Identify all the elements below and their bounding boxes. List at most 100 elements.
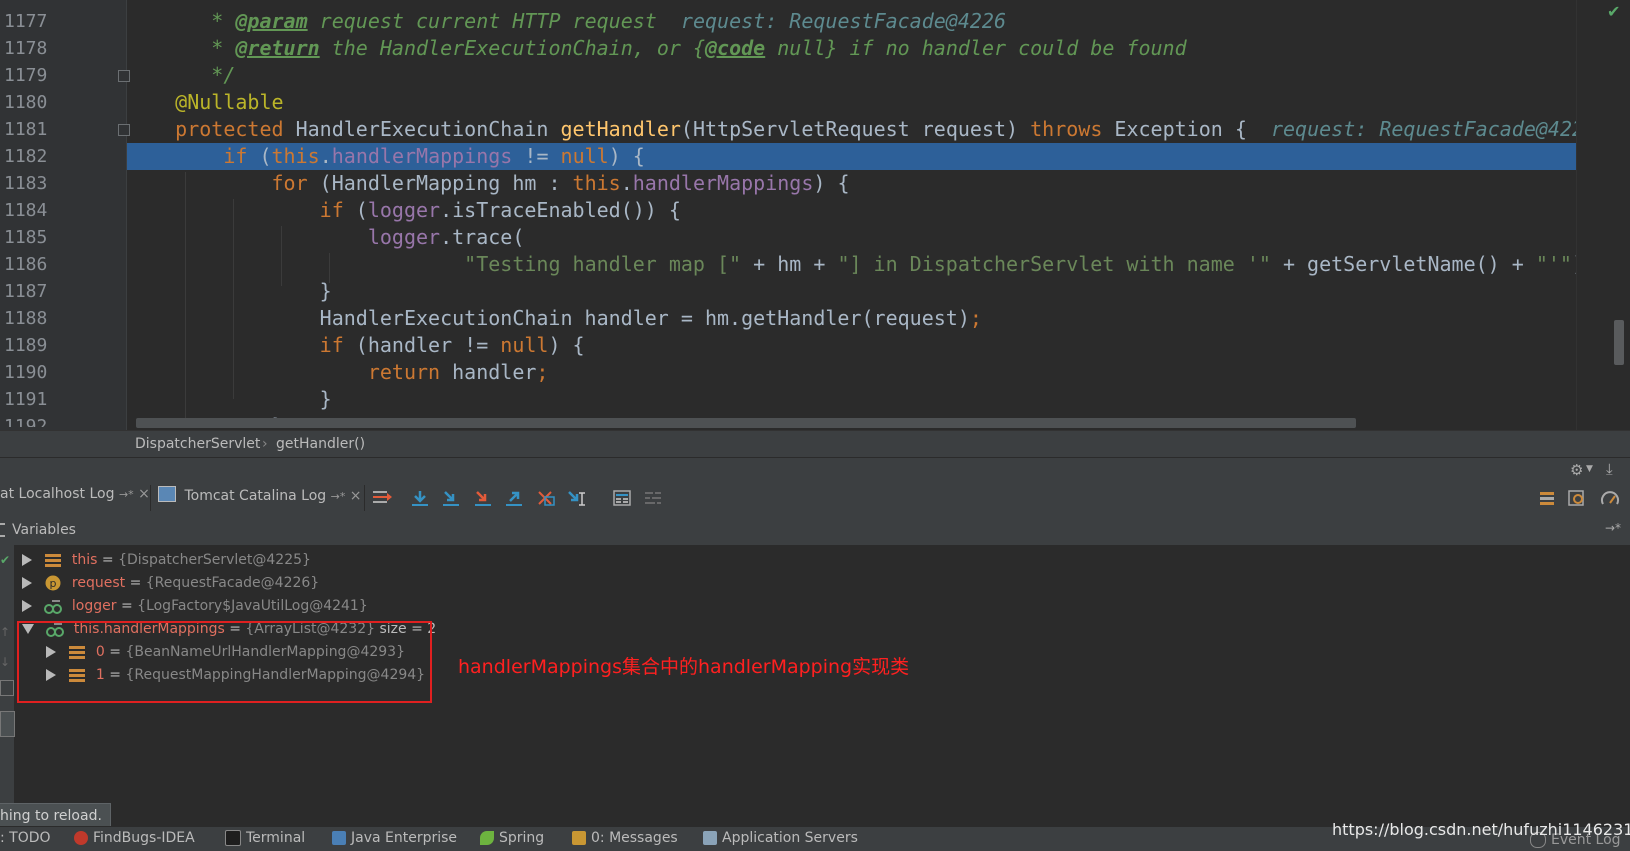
annotation-label: handlerMappings集合中的handlerMapping实现类: [458, 656, 910, 678]
line-number: 1184: [4, 200, 48, 221]
gear-icon[interactable]: ⚙: [1570, 461, 1583, 479]
step-out-icon[interactable]: [504, 489, 524, 507]
code-line-1178[interactable]: * @return the HandlerExecutionChain, or …: [127, 35, 1630, 62]
restore-layout-icon[interactable]: [1537, 489, 1557, 507]
code-line-1177[interactable]: * @param request current HTTP request re…: [127, 8, 1630, 35]
execution-point-line-1182[interactable]: if (this.handlerMappings != null) {: [127, 143, 1630, 170]
code-area[interactable]: * @param request current HTTP request re…: [127, 0, 1630, 430]
pin-icon[interactable]: →*: [119, 488, 134, 501]
tab-tomcat-catalina-log[interactable]: Tomcat Catalina Log →* ×: [158, 486, 362, 504]
mute-breakpoints-icon[interactable]: [1600, 489, 1620, 507]
code-editor[interactable]: 1177 1178 1179 1180 1181 1182 1183 1184 …: [0, 0, 1630, 430]
pin-icon[interactable]: →*: [1605, 521, 1621, 535]
line-number: 1187: [4, 281, 48, 302]
variable-row-this[interactable]: this = {DispatcherServlet@4225}: [22, 549, 311, 571]
step-into-icon[interactable]: [441, 489, 461, 507]
vertical-scrollbar[interactable]: [1614, 320, 1624, 365]
toolwindow-todo[interactable]: : TODO: [0, 830, 51, 846]
breadcrumb-method[interactable]: getHandler(): [276, 436, 365, 452]
pin-icon[interactable]: →*: [331, 490, 346, 503]
parameter-icon: p: [44, 575, 62, 591]
tab-divider: [150, 485, 151, 511]
step-over-icon[interactable]: [410, 489, 430, 507]
frames-sidebar: ✔ ↑ ↓: [0, 545, 15, 825]
terminal-icon: [225, 830, 241, 846]
code-line-1188[interactable]: HandlerExecutionChain handler = hm.getHa…: [127, 305, 1630, 332]
app-servers-icon: [703, 831, 717, 845]
variable-row-logger[interactable]: logger = {LogFactory$JavaUtilLog@4241}: [22, 595, 368, 617]
code-line-1185[interactable]: logger.trace(: [127, 224, 1630, 251]
expand-arrow-icon[interactable]: [22, 554, 32, 566]
variables-icon: [0, 523, 5, 537]
check-icon: ✔: [1607, 2, 1621, 21]
run-to-cursor-icon[interactable]: [567, 489, 587, 507]
breadcrumb-separator: ›: [262, 436, 268, 452]
code-line-1187[interactable]: }: [127, 278, 1630, 305]
line-number-gutter[interactable]: 1177 1178 1179 1180 1181 1182 1183 1184 …: [0, 0, 127, 430]
line-number: 1190: [4, 362, 48, 383]
line-number: 1186: [4, 254, 48, 275]
code-line-1181[interactable]: protected HandlerExecutionChain getHandl…: [127, 116, 1630, 143]
breadcrumb-class[interactable]: DispatcherServlet: [135, 436, 260, 452]
code-line-1186[interactable]: "Testing handler map [" + hm + "] in Dis…: [127, 251, 1630, 278]
force-step-into-icon[interactable]: [473, 489, 493, 507]
close-icon[interactable]: ×: [350, 488, 362, 504]
code-line-1189[interactable]: if (handler != null) {: [127, 332, 1630, 359]
code-line-1180[interactable]: @Nullable: [127, 89, 1630, 116]
line-number: 1192: [4, 416, 48, 427]
watch-toggle-icon[interactable]: [0, 711, 15, 737]
toolwindow-spring[interactable]: Spring: [480, 830, 544, 846]
java-enterprise-icon: [332, 831, 346, 845]
arrow-down-icon[interactable]: ↓: [0, 655, 10, 669]
error-stripe[interactable]: [1576, 0, 1630, 430]
horizontal-scrollbar[interactable]: [136, 418, 1356, 428]
annotation-highlight-box: [17, 621, 432, 703]
trace-icon[interactable]: [643, 489, 663, 507]
debug-window-header: ⚙ ▼ ⤓: [0, 457, 1630, 482]
copy-icon[interactable]: [0, 680, 14, 696]
line-number: 1185: [4, 227, 48, 248]
code-line-1179[interactable]: */: [127, 62, 1630, 89]
hide-icon[interactable]: ⤓: [1606, 460, 1613, 478]
toolwindow-findbugs[interactable]: FindBugs-IDEA: [74, 830, 195, 846]
watch-icon: [44, 598, 63, 614]
toolwindow-java-enterprise[interactable]: Java Enterprise: [332, 830, 457, 846]
line-number: 1179: [4, 65, 48, 86]
line-number: 1178: [4, 38, 48, 59]
line-number: 1189: [4, 335, 48, 356]
line-number: 1183: [4, 173, 48, 194]
show-execution-point-icon[interactable]: [372, 489, 392, 507]
variables-header: Variables →*: [0, 515, 1630, 546]
variable-row-request[interactable]: p request = {RequestFacade@4226}: [22, 572, 319, 594]
arrow-up-icon[interactable]: ↑: [0, 625, 10, 639]
evaluate-expression-icon[interactable]: [612, 489, 632, 507]
line-number: 1188: [4, 308, 48, 329]
tab-divider: [364, 485, 365, 511]
inline-debug-value: request: RequestFacade@4226: [1270, 117, 1597, 141]
code-line-1190[interactable]: return handler;: [127, 359, 1630, 386]
code-line-1191[interactable]: }: [127, 386, 1630, 413]
expand-arrow-icon[interactable]: [22, 577, 32, 589]
tomcat-icon: [158, 486, 176, 502]
inline-debug-value: request: RequestFacade@4226: [680, 9, 1007, 33]
tab-localhost-log[interactable]: at Localhost Log →* ×: [0, 486, 150, 502]
check-icon[interactable]: ✔: [0, 553, 10, 567]
watermark-text: https://blog.csdn.net/hufuzhi1146231094: [1332, 820, 1630, 839]
close-icon[interactable]: ×: [138, 486, 150, 502]
chevron-down-icon[interactable]: ▼: [1586, 464, 1593, 474]
line-number: 1181: [4, 119, 48, 140]
field-icon: [44, 552, 62, 568]
toolwindow-application-servers[interactable]: Application Servers: [703, 830, 858, 846]
messages-icon: [572, 831, 586, 845]
line-number: 1182: [4, 146, 48, 167]
expand-arrow-icon[interactable]: [22, 600, 32, 612]
drop-frame-icon[interactable]: [536, 489, 556, 507]
toolwindow-messages[interactable]: 0: Messages: [572, 830, 678, 846]
debug-toolbar: at Localhost Log →* × Tomcat Catalina Lo…: [0, 481, 1630, 516]
view-breakpoints-icon[interactable]: [1567, 489, 1587, 507]
toolwindow-terminal[interactable]: Terminal: [225, 830, 305, 846]
code-line-1184[interactable]: if (logger.isTraceEnabled()) {: [127, 197, 1630, 224]
line-number: 1177: [4, 11, 48, 32]
svg-text:p: p: [50, 577, 57, 590]
code-line-1183[interactable]: for (HandlerMapping hm : this.handlerMap…: [127, 170, 1630, 197]
